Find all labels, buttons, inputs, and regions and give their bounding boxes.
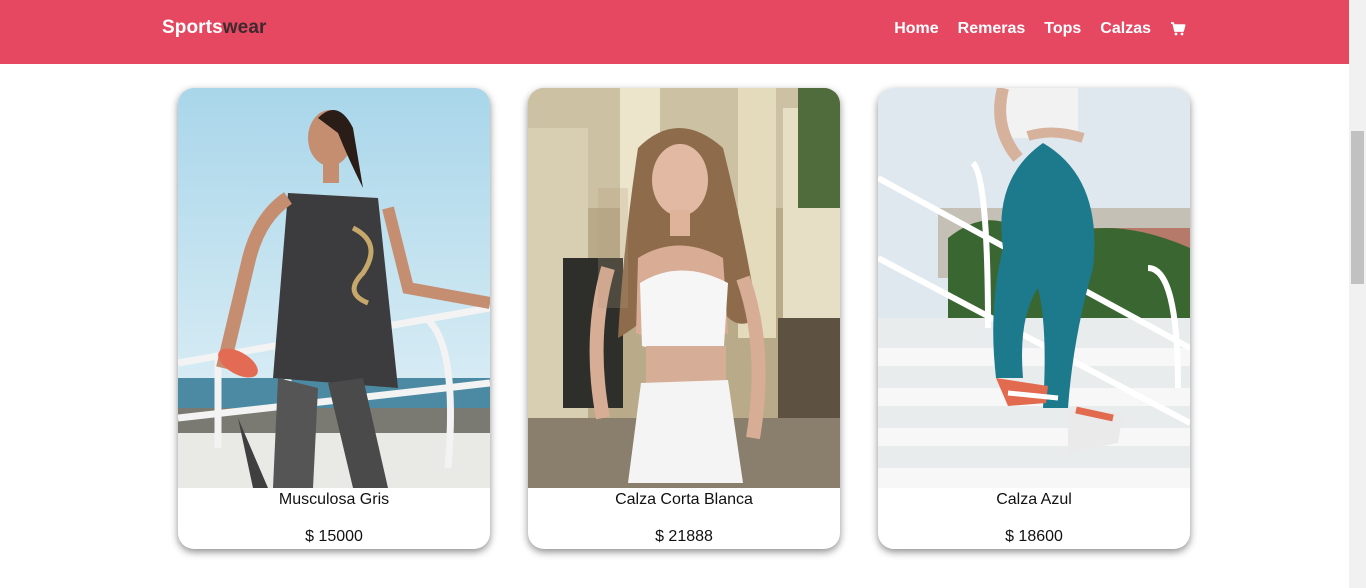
product-price: $ 21888 bbox=[655, 528, 713, 545]
product-name: Calza Corta Blanca bbox=[615, 491, 753, 508]
nav-link-tops[interactable]: Tops bbox=[1044, 20, 1081, 38]
brand-part-wear: wear bbox=[222, 17, 267, 38]
nav-link-home[interactable]: Home bbox=[894, 20, 938, 38]
product-image[interactable] bbox=[178, 88, 490, 488]
product-card[interactable]: Calza Azul $ 18600 bbox=[878, 88, 1190, 549]
product-name: Calza Azul bbox=[996, 491, 1072, 508]
product-card[interactable]: Calza Corta Blanca $ 21888 bbox=[528, 88, 840, 549]
nav-link-remeras[interactable]: Remeras bbox=[958, 20, 1026, 38]
nav-link-calzas[interactable]: Calzas bbox=[1100, 20, 1151, 38]
product-price: $ 15000 bbox=[305, 528, 363, 545]
product-name: Musculosa Gris bbox=[278, 491, 390, 508]
shopping-cart-icon[interactable] bbox=[1170, 21, 1186, 37]
brand-part-sports: Sports bbox=[162, 17, 223, 38]
scrollbar-thumb[interactable] bbox=[1351, 131, 1364, 284]
product-card[interactable]: Musculosa Gris $ 15000 bbox=[178, 88, 490, 549]
nav-menu: Home Remeras Tops Calzas bbox=[875, 18, 1186, 40]
product-price: $ 18600 bbox=[1005, 528, 1063, 545]
navbar: Sportswear Home Remeras Tops Calzas bbox=[0, 0, 1349, 64]
scrollbar[interactable] bbox=[1349, 0, 1366, 588]
brand-logo[interactable]: Sportswear bbox=[162, 17, 267, 39]
product-image[interactable] bbox=[878, 88, 1190, 488]
product-image[interactable] bbox=[528, 88, 840, 488]
